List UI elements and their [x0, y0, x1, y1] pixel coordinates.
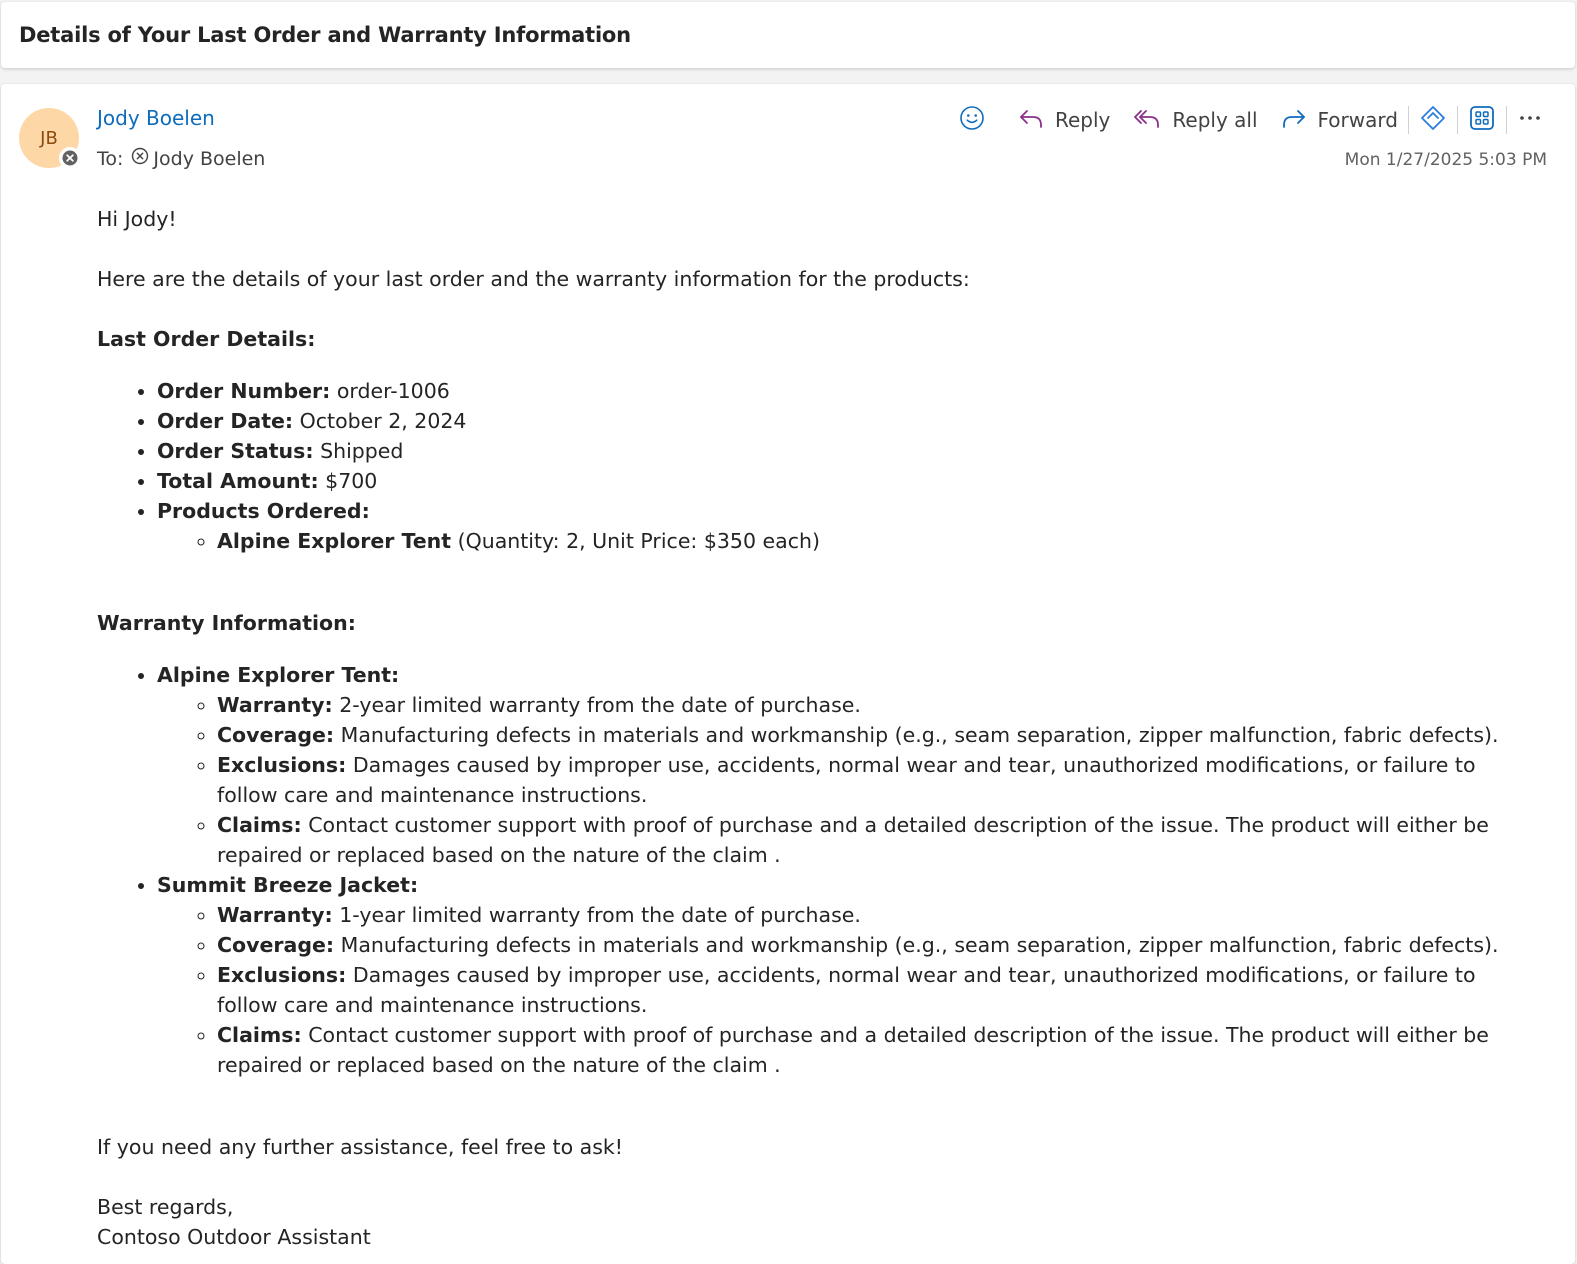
- list-item: Claims: Contact customer support with pr…: [217, 810, 1537, 870]
- reply-all-label: Reply all: [1172, 108, 1258, 132]
- reply-button[interactable]: Reply: [1009, 101, 1118, 139]
- list-item: Alpine Explorer Tent: Warranty: 2-year l…: [157, 660, 1537, 870]
- reply-icon: [1017, 106, 1045, 135]
- intro-text: Here are the details of your last order …: [97, 267, 970, 291]
- list-item: Claims: Contact customer support with pr…: [217, 1020, 1537, 1080]
- order-heading: Last Order Details:: [97, 327, 316, 351]
- avatar-initials: JB: [40, 127, 58, 149]
- warranty-details-list: Warranty: 1-year limited warranty from t…: [157, 900, 1537, 1080]
- list-item: Alpine Explorer Tent (Quantity: 2, Unit …: [217, 526, 1537, 556]
- toolbar-divider: [1505, 106, 1507, 134]
- recipient-line: To: Jody Boelen: [97, 147, 265, 170]
- apps-button[interactable]: [1460, 101, 1504, 139]
- reply-all-button[interactable]: Reply all: [1124, 101, 1265, 139]
- message-body: Hi Jody! Here are the details of your la…: [97, 204, 1537, 1252]
- list-item: Order Number: order-1006: [157, 376, 1537, 406]
- greeting: Hi Jody!: [97, 207, 177, 231]
- list-item: Summit Breeze Jacket: Warranty: 1-year l…: [157, 870, 1537, 1080]
- apps-icon: [1468, 104, 1496, 137]
- signature: Contoso Outdoor Assistant: [97, 1225, 371, 1249]
- list-item: Exclusions: Damages caused by improper u…: [217, 750, 1537, 810]
- to-label: To:: [97, 147, 124, 170]
- signoff: Best regards,: [97, 1195, 234, 1219]
- message-pane: JB Jody Boelen To: Jody Boelen Reply Rep…: [1, 84, 1575, 1264]
- toolbar-divider: [1407, 106, 1409, 134]
- list-item: Coverage: Manufacturing defects in mater…: [217, 720, 1537, 750]
- products-list: Alpine Explorer Tent (Quantity: 2, Unit …: [157, 526, 1537, 556]
- recipient-chip[interactable]: Jody Boelen: [131, 147, 265, 170]
- react-button[interactable]: [951, 101, 993, 139]
- subject-bar: Details of Your Last Order and Warranty …: [1, 2, 1575, 68]
- emoji-icon: [959, 105, 985, 136]
- recipient-name: Jody Boelen: [153, 147, 266, 170]
- list-item: Products Ordered: Alpine Explorer Tent (…: [157, 496, 1537, 556]
- warranty-details-list: Warranty: 2-year limited warranty from t…: [157, 690, 1537, 870]
- sender-name[interactable]: Jody Boelen: [97, 106, 215, 130]
- loop-button[interactable]: [1411, 101, 1455, 139]
- email-subject: Details of Your Last Order and Warranty …: [19, 23, 631, 47]
- blocked-icon: [131, 147, 149, 170]
- reply-label: Reply: [1055, 108, 1111, 132]
- list-item: Coverage: Manufacturing defects in mater…: [217, 930, 1537, 960]
- warranty-list: Alpine Explorer Tent: Warranty: 2-year l…: [97, 660, 1537, 1080]
- more-actions-button[interactable]: [1509, 101, 1551, 139]
- order-details-list: Order Number: order-1006 Order Date: Oct…: [97, 376, 1537, 556]
- warranty-heading: Warranty Information:: [97, 611, 356, 635]
- list-item: Exclusions: Damages caused by improper u…: [217, 960, 1537, 1020]
- list-item: Order Status: Shipped: [157, 436, 1537, 466]
- list-item: Order Date: October 2, 2024: [157, 406, 1537, 436]
- loop-icon: [1419, 104, 1447, 137]
- reply-all-icon: [1132, 106, 1162, 135]
- forward-icon: [1280, 106, 1308, 135]
- list-item: Warranty: 2-year limited warranty from t…: [217, 690, 1537, 720]
- closing-text: If you need any further assistance, feel…: [97, 1135, 623, 1159]
- forward-button[interactable]: Forward: [1272, 101, 1406, 139]
- toolbar-divider: [1456, 106, 1458, 134]
- sent-timestamp: Mon 1/27/2025 5:03 PM: [1344, 150, 1547, 170]
- message-toolbar: Reply Reply all Forward: [951, 100, 1551, 140]
- blocked-icon: [59, 147, 81, 169]
- list-item: Warranty: 1-year limited warranty from t…: [217, 900, 1537, 930]
- forward-label: Forward: [1317, 108, 1398, 132]
- list-item: Total Amount: $700: [157, 466, 1537, 496]
- more-icon: [1517, 105, 1543, 136]
